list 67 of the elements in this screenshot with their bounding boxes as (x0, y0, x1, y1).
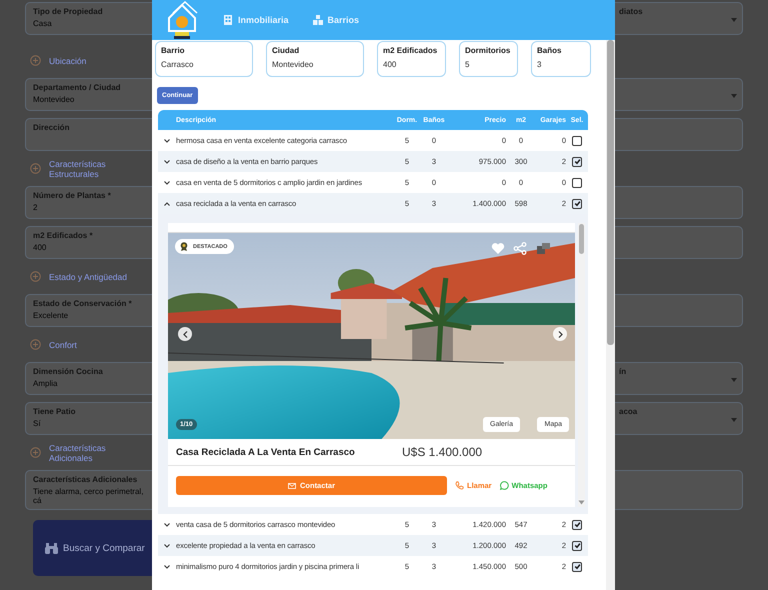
checkbox[interactable] (572, 540, 582, 550)
filter-value: 400 (383, 60, 398, 69)
listing-price: U$S 1.400.000 (402, 445, 482, 459)
field-label: Dirección (33, 123, 70, 132)
chat-bubble-icon (500, 481, 509, 490)
chevron-down-icon[interactable] (164, 564, 170, 568)
checkbox[interactable] (572, 136, 582, 146)
section-title: Características Adicionales (49, 442, 107, 462)
chevron-down-icon[interactable] (164, 544, 170, 548)
filter-label: Ciudad (272, 46, 300, 55)
listing-title: Casa Reciclada A La Venta En Carrasco (176, 446, 356, 458)
checkbox[interactable] (572, 562, 582, 572)
award-icon (180, 242, 188, 251)
chevron-down-icon[interactable] (164, 138, 170, 142)
chevron-right-icon (558, 330, 562, 338)
filter-value: Montevideo (272, 60, 314, 69)
chevron-down-icon[interactable] (164, 160, 170, 164)
chevron-up-icon[interactable] (164, 202, 170, 206)
filter-label: Baños (537, 46, 562, 55)
section-title: Características Estructurales (49, 158, 107, 178)
filter-value: 3 (537, 60, 542, 69)
scroll-down-arrow-icon[interactable] (578, 500, 585, 505)
field-value: Casa (33, 19, 53, 28)
field-value: Excelente (33, 311, 70, 320)
binoculars-icon (45, 542, 58, 554)
section-title: Ubicación (49, 56, 86, 66)
field-label: diatos (619, 7, 644, 16)
filter-value: Carrasco (161, 60, 194, 69)
field-value: Montevideo (33, 95, 76, 104)
chevron-down-icon[interactable] (164, 180, 170, 184)
building-icon (223, 15, 233, 25)
field-value: 400 (33, 243, 48, 252)
checkbox[interactable] (572, 520, 582, 530)
field-value: Tiene alarma, cerco perimetral, cá (33, 487, 144, 505)
blocks-icon (312, 15, 323, 25)
field-label: Características Adicionales (33, 475, 138, 484)
field-label: Estado de Conservación * (33, 299, 133, 308)
field-label: m2 Edificados * (33, 231, 94, 240)
field-label: Tiene Patio (33, 407, 77, 416)
field-label: Departamento / Ciudad (33, 83, 122, 92)
share-icon[interactable] (513, 242, 527, 255)
field-label: acoa (619, 407, 638, 416)
checkbox[interactable] (572, 198, 582, 208)
phone-icon (455, 481, 464, 490)
filter-label: Barrio (161, 46, 186, 55)
field-label: Tipo de Propiedad (33, 7, 104, 16)
chevron-left-icon (182, 330, 188, 338)
scrollbar-thumb[interactable] (607, 40, 614, 345)
field-value: 2 (33, 203, 38, 212)
envelope-icon (288, 482, 296, 488)
gallery-icon[interactable] (537, 242, 551, 255)
filter-value: 5 (465, 60, 470, 69)
nav-link[interactable]: Inmobiliaria (223, 15, 289, 25)
checkbox[interactable] (572, 156, 582, 166)
chevron-down-icon[interactable] (164, 522, 170, 526)
field-label: Número de Plantas * (33, 191, 112, 200)
field-value: Sí (33, 419, 42, 428)
scrollbar-thumb[interactable] (579, 224, 584, 254)
section-title: Confort (49, 340, 77, 350)
checkbox[interactable] (572, 178, 582, 188)
filter-label: Dormitorios (465, 46, 512, 55)
nav-link[interactable]: Barrios (312, 15, 360, 25)
field-label: Dimensión Cocina (33, 367, 104, 376)
filter-label: m2 Edificados (383, 46, 438, 55)
section-title: Estado y Antigüedad (49, 272, 127, 282)
field-label: ín (619, 367, 628, 376)
field-value: Amplia (33, 379, 58, 388)
